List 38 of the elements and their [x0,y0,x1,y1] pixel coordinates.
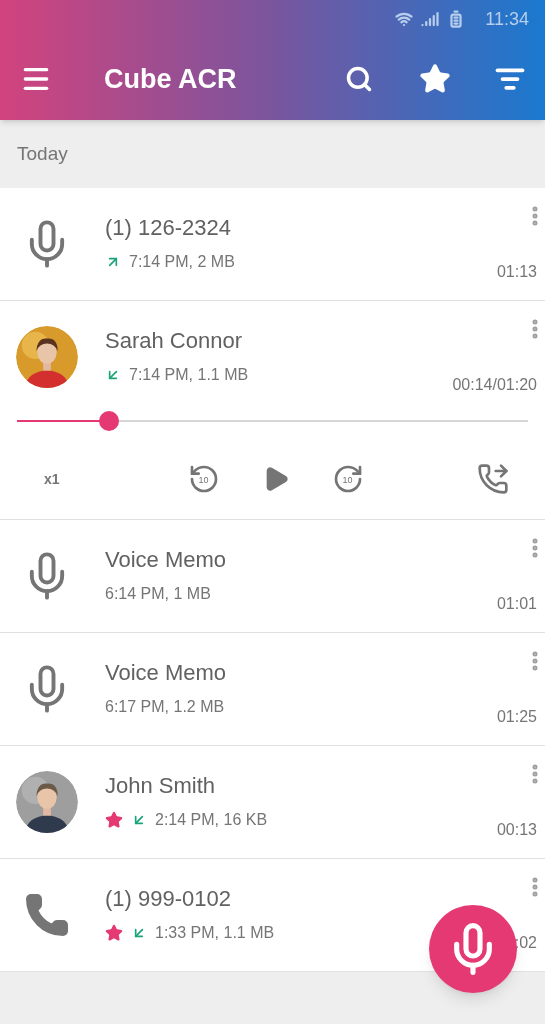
recording-details: 2:14 PM, 16 KB [155,810,268,830]
call-icon[interactable] [477,463,509,495]
contact-name: John Smith [105,772,217,800]
duration: 01:01 [496,594,537,614]
recording-item[interactable]: Voice Memo 6:17 PM, 1.2 MB 01:25 [0,633,545,746]
section-header: Today [17,141,68,166]
duration: 00:14/01:20 [452,375,537,395]
forward-button[interactable]: 10 [331,463,364,495]
seek-thumb[interactable] [98,411,119,431]
recording-item[interactable]: John Smith 2:14 PM, 16 KB 00:13 [0,746,545,859]
contact-name: (1) 126-2324 [105,214,232,242]
phone-icon [23,891,71,939]
recording-details: 7:14 PM, 1.1 MB [129,365,249,385]
star-icon[interactable] [419,63,451,95]
recording-item[interactable]: (1) 126-2324 7:14 PM, 2 MB 01:13 [0,188,545,301]
recording-details: 6:17 PM, 1.2 MB [105,697,225,717]
clock: 11:34 [485,7,529,31]
duration: 01:13 [496,262,537,282]
app-title: Cube ACR [104,62,238,96]
duration: 01:25 [496,707,537,727]
duration: 00:13 [496,820,537,840]
search-icon[interactable] [345,65,373,93]
recording-item[interactable]: Sarah Connor 7:14 PM, 1.1 MB 00:14/01:20 x1 10 10 [0,301,545,520]
contact-name: (1) 999-0102 [105,885,232,913]
rewind-button[interactable]: 10 [187,463,220,495]
contact-name: Sarah Connor [105,327,243,355]
speed-button[interactable]: x1 [16,468,92,490]
recording-details: 6:14 PM, 1 MB [105,584,211,604]
wifi-icon [395,10,414,28]
recording-item[interactable]: (1) 999-0102 1:33 PM, 1.1 MB :02 [0,859,545,972]
contact-name: Voice Memo [105,546,228,574]
contact-name: Voice Memo [105,659,228,687]
recording-item[interactable]: Voice Memo 6:14 PM, 1 MB 01:01 [0,520,545,633]
recording-details: 1:33 PM, 1.1 MB [155,923,275,943]
seek-bar[interactable] [17,411,528,431]
recording-details: 7:14 PM, 2 MB [129,252,235,272]
duration: :02 [514,933,537,953]
signal-icon [421,10,440,28]
